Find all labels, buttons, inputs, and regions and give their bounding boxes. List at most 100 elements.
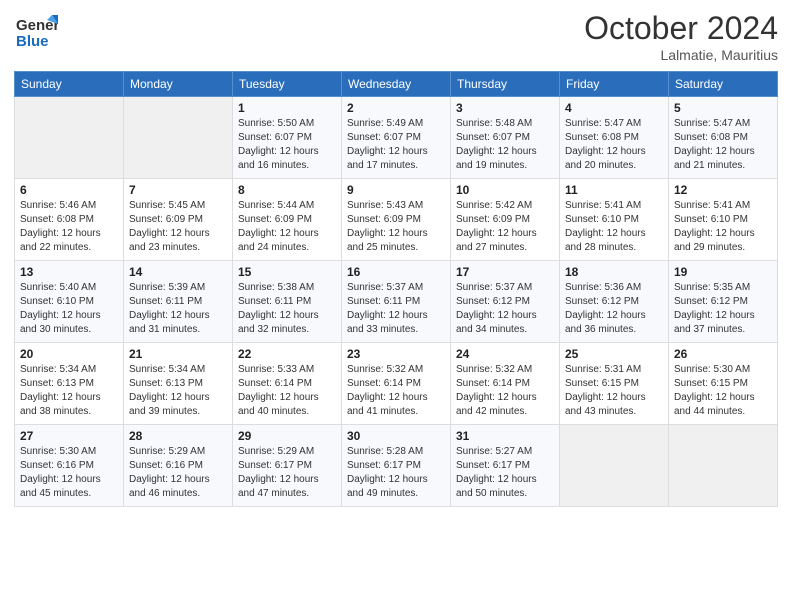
day-number: 21 [129, 347, 227, 361]
day-info: Sunrise: 5:49 AMSunset: 6:07 PMDaylight:… [347, 117, 445, 173]
day-info: Sunrise: 5:27 AMSunset: 6:17 PMDaylight:… [456, 445, 554, 501]
day-info: Sunrise: 5:37 AMSunset: 6:11 PMDaylight:… [347, 281, 445, 337]
day-info: Sunrise: 5:28 AMSunset: 6:17 PMDaylight:… [347, 445, 445, 501]
day-number: 4 [565, 101, 663, 115]
day-info: Sunrise: 5:47 AMSunset: 6:08 PMDaylight:… [565, 117, 663, 173]
day-info: Sunrise: 5:35 AMSunset: 6:12 PMDaylight:… [674, 281, 772, 337]
month-title: October 2024 [584, 10, 778, 47]
day-cell: 24 Sunrise: 5:32 AMSunset: 6:14 PMDayligh… [451, 343, 560, 425]
day-number: 8 [238, 183, 336, 197]
week-row-3: 13 Sunrise: 5:40 AMSunset: 6:10 PMDayligh… [15, 261, 778, 343]
day-info: Sunrise: 5:44 AMSunset: 6:09 PMDaylight:… [238, 199, 336, 255]
day-info: Sunrise: 5:42 AMSunset: 6:09 PMDaylight:… [456, 199, 554, 255]
day-number: 29 [238, 429, 336, 443]
day-cell: 21 Sunrise: 5:34 AMSunset: 6:13 PMDayligh… [124, 343, 233, 425]
weekday-friday: Friday [560, 72, 669, 97]
day-cell: 2 Sunrise: 5:49 AMSunset: 6:07 PMDaylight… [342, 97, 451, 179]
day-info: Sunrise: 5:30 AMSunset: 6:15 PMDaylight:… [674, 363, 772, 419]
svg-text:Blue: Blue [16, 33, 49, 50]
day-cell: 27Sunrise: 5:30 AMSunset: 6:16 PMDayligh… [15, 425, 124, 507]
day-number: 17 [456, 265, 554, 279]
day-number: 11 [565, 183, 663, 197]
weekday-monday: Monday [124, 72, 233, 97]
day-number: 15 [238, 265, 336, 279]
day-cell: 31 Sunrise: 5:27 AMSunset: 6:17 PMDayligh… [451, 425, 560, 507]
day-number: 16 [347, 265, 445, 279]
day-cell: 22Sunrise: 5:33 AMSunset: 6:14 PMDayligh… [233, 343, 342, 425]
week-row-5: 27Sunrise: 5:30 AMSunset: 6:16 PMDayligh… [15, 425, 778, 507]
day-info: Sunrise: 5:31 AMSunset: 6:15 PMDaylight:… [565, 363, 663, 419]
day-number: 24 [456, 347, 554, 361]
day-info: Sunrise: 5:29 AMSunset: 6:16 PMDaylight:… [129, 445, 227, 501]
day-number: 6 [20, 183, 118, 197]
day-number: 5 [674, 101, 772, 115]
day-cell [15, 97, 124, 179]
page: General Blue October 2024 Lalmatie, Maur… [0, 0, 792, 612]
day-info: Sunrise: 5:34 AMSunset: 6:13 PMDaylight:… [129, 363, 227, 419]
day-cell: 26 Sunrise: 5:30 AMSunset: 6:15 PMDayligh… [669, 343, 778, 425]
day-number: 14 [129, 265, 227, 279]
day-cell: 16 Sunrise: 5:37 AMSunset: 6:11 PMDayligh… [342, 261, 451, 343]
logo-icon: General Blue [14, 10, 58, 54]
day-number: 20 [20, 347, 118, 361]
day-cell: 17 Sunrise: 5:37 AMSunset: 6:12 PMDayligh… [451, 261, 560, 343]
day-number: 12 [674, 183, 772, 197]
day-info: Sunrise: 5:45 AMSunset: 6:09 PMDaylight:… [129, 199, 227, 255]
day-cell: 4 Sunrise: 5:47 AMSunset: 6:08 PMDaylight… [560, 97, 669, 179]
day-cell [124, 97, 233, 179]
day-cell: 23 Sunrise: 5:32 AMSunset: 6:14 PMDayligh… [342, 343, 451, 425]
day-info: Sunrise: 5:39 AMSunset: 6:11 PMDaylight:… [129, 281, 227, 337]
day-number: 18 [565, 265, 663, 279]
logo: General Blue [14, 10, 58, 54]
day-cell: 6 Sunrise: 5:46 AMSunset: 6:08 PMDaylight… [15, 179, 124, 261]
day-cell: 19Sunrise: 5:35 AMSunset: 6:12 PMDayligh… [669, 261, 778, 343]
day-number: 3 [456, 101, 554, 115]
week-row-4: 20 Sunrise: 5:34 AMSunset: 6:13 PMDayligh… [15, 343, 778, 425]
calendar-body: 1 Sunrise: 5:50 AMSunset: 6:07 PMDaylight… [15, 97, 778, 507]
day-info: Sunrise: 5:41 AMSunset: 6:10 PMDaylight:… [674, 199, 772, 255]
day-number: 13 [20, 265, 118, 279]
day-info: Sunrise: 5:37 AMSunset: 6:12 PMDaylight:… [456, 281, 554, 337]
day-cell [669, 425, 778, 507]
week-row-1: 1 Sunrise: 5:50 AMSunset: 6:07 PMDaylight… [15, 97, 778, 179]
day-cell: 12 Sunrise: 5:41 AMSunset: 6:10 PMDayligh… [669, 179, 778, 261]
day-number: 7 [129, 183, 227, 197]
day-number: 27 [20, 429, 118, 443]
day-cell: 1 Sunrise: 5:50 AMSunset: 6:07 PMDaylight… [233, 97, 342, 179]
day-info: Sunrise: 5:48 AMSunset: 6:07 PMDaylight:… [456, 117, 554, 173]
day-number: 26 [674, 347, 772, 361]
day-info: Sunrise: 5:43 AMSunset: 6:09 PMDaylight:… [347, 199, 445, 255]
day-info: Sunrise: 5:38 AMSunset: 6:11 PMDaylight:… [238, 281, 336, 337]
day-info: Sunrise: 5:46 AMSunset: 6:08 PMDaylight:… [20, 199, 118, 255]
day-info: Sunrise: 5:47 AMSunset: 6:08 PMDaylight:… [674, 117, 772, 173]
day-number: 30 [347, 429, 445, 443]
day-number: 31 [456, 429, 554, 443]
day-number: 9 [347, 183, 445, 197]
day-info: Sunrise: 5:36 AMSunset: 6:12 PMDaylight:… [565, 281, 663, 337]
day-cell: 20 Sunrise: 5:34 AMSunset: 6:13 PMDayligh… [15, 343, 124, 425]
day-info: Sunrise: 5:32 AMSunset: 6:14 PMDaylight:… [347, 363, 445, 419]
day-cell: 14 Sunrise: 5:39 AMSunset: 6:11 PMDayligh… [124, 261, 233, 343]
day-cell: 30 Sunrise: 5:28 AMSunset: 6:17 PMDayligh… [342, 425, 451, 507]
week-row-2: 6 Sunrise: 5:46 AMSunset: 6:08 PMDaylight… [15, 179, 778, 261]
day-number: 23 [347, 347, 445, 361]
day-info: Sunrise: 5:41 AMSunset: 6:10 PMDaylight:… [565, 199, 663, 255]
day-info: Sunrise: 5:32 AMSunset: 6:14 PMDaylight:… [456, 363, 554, 419]
day-info: Sunrise: 5:34 AMSunset: 6:13 PMDaylight:… [20, 363, 118, 419]
day-cell: 10 Sunrise: 5:42 AMSunset: 6:09 PMDayligh… [451, 179, 560, 261]
day-number: 1 [238, 101, 336, 115]
day-cell: 8 Sunrise: 5:44 AMSunset: 6:09 PMDaylight… [233, 179, 342, 261]
weekday-saturday: Saturday [669, 72, 778, 97]
day-cell [560, 425, 669, 507]
day-number: 2 [347, 101, 445, 115]
day-cell: 15 Sunrise: 5:38 AMSunset: 6:11 PMDayligh… [233, 261, 342, 343]
day-info: Sunrise: 5:50 AMSunset: 6:07 PMDaylight:… [238, 117, 336, 173]
day-info: Sunrise: 5:33 AMSunset: 6:14 PMDaylight:… [238, 363, 336, 419]
day-cell: 25Sunrise: 5:31 AMSunset: 6:15 PMDayligh… [560, 343, 669, 425]
weekday-thursday: Thursday [451, 72, 560, 97]
day-info: Sunrise: 5:29 AMSunset: 6:17 PMDaylight:… [238, 445, 336, 501]
day-cell: 13 Sunrise: 5:40 AMSunset: 6:10 PMDayligh… [15, 261, 124, 343]
day-number: 10 [456, 183, 554, 197]
day-info: Sunrise: 5:40 AMSunset: 6:10 PMDaylight:… [20, 281, 118, 337]
weekday-wednesday: Wednesday [342, 72, 451, 97]
